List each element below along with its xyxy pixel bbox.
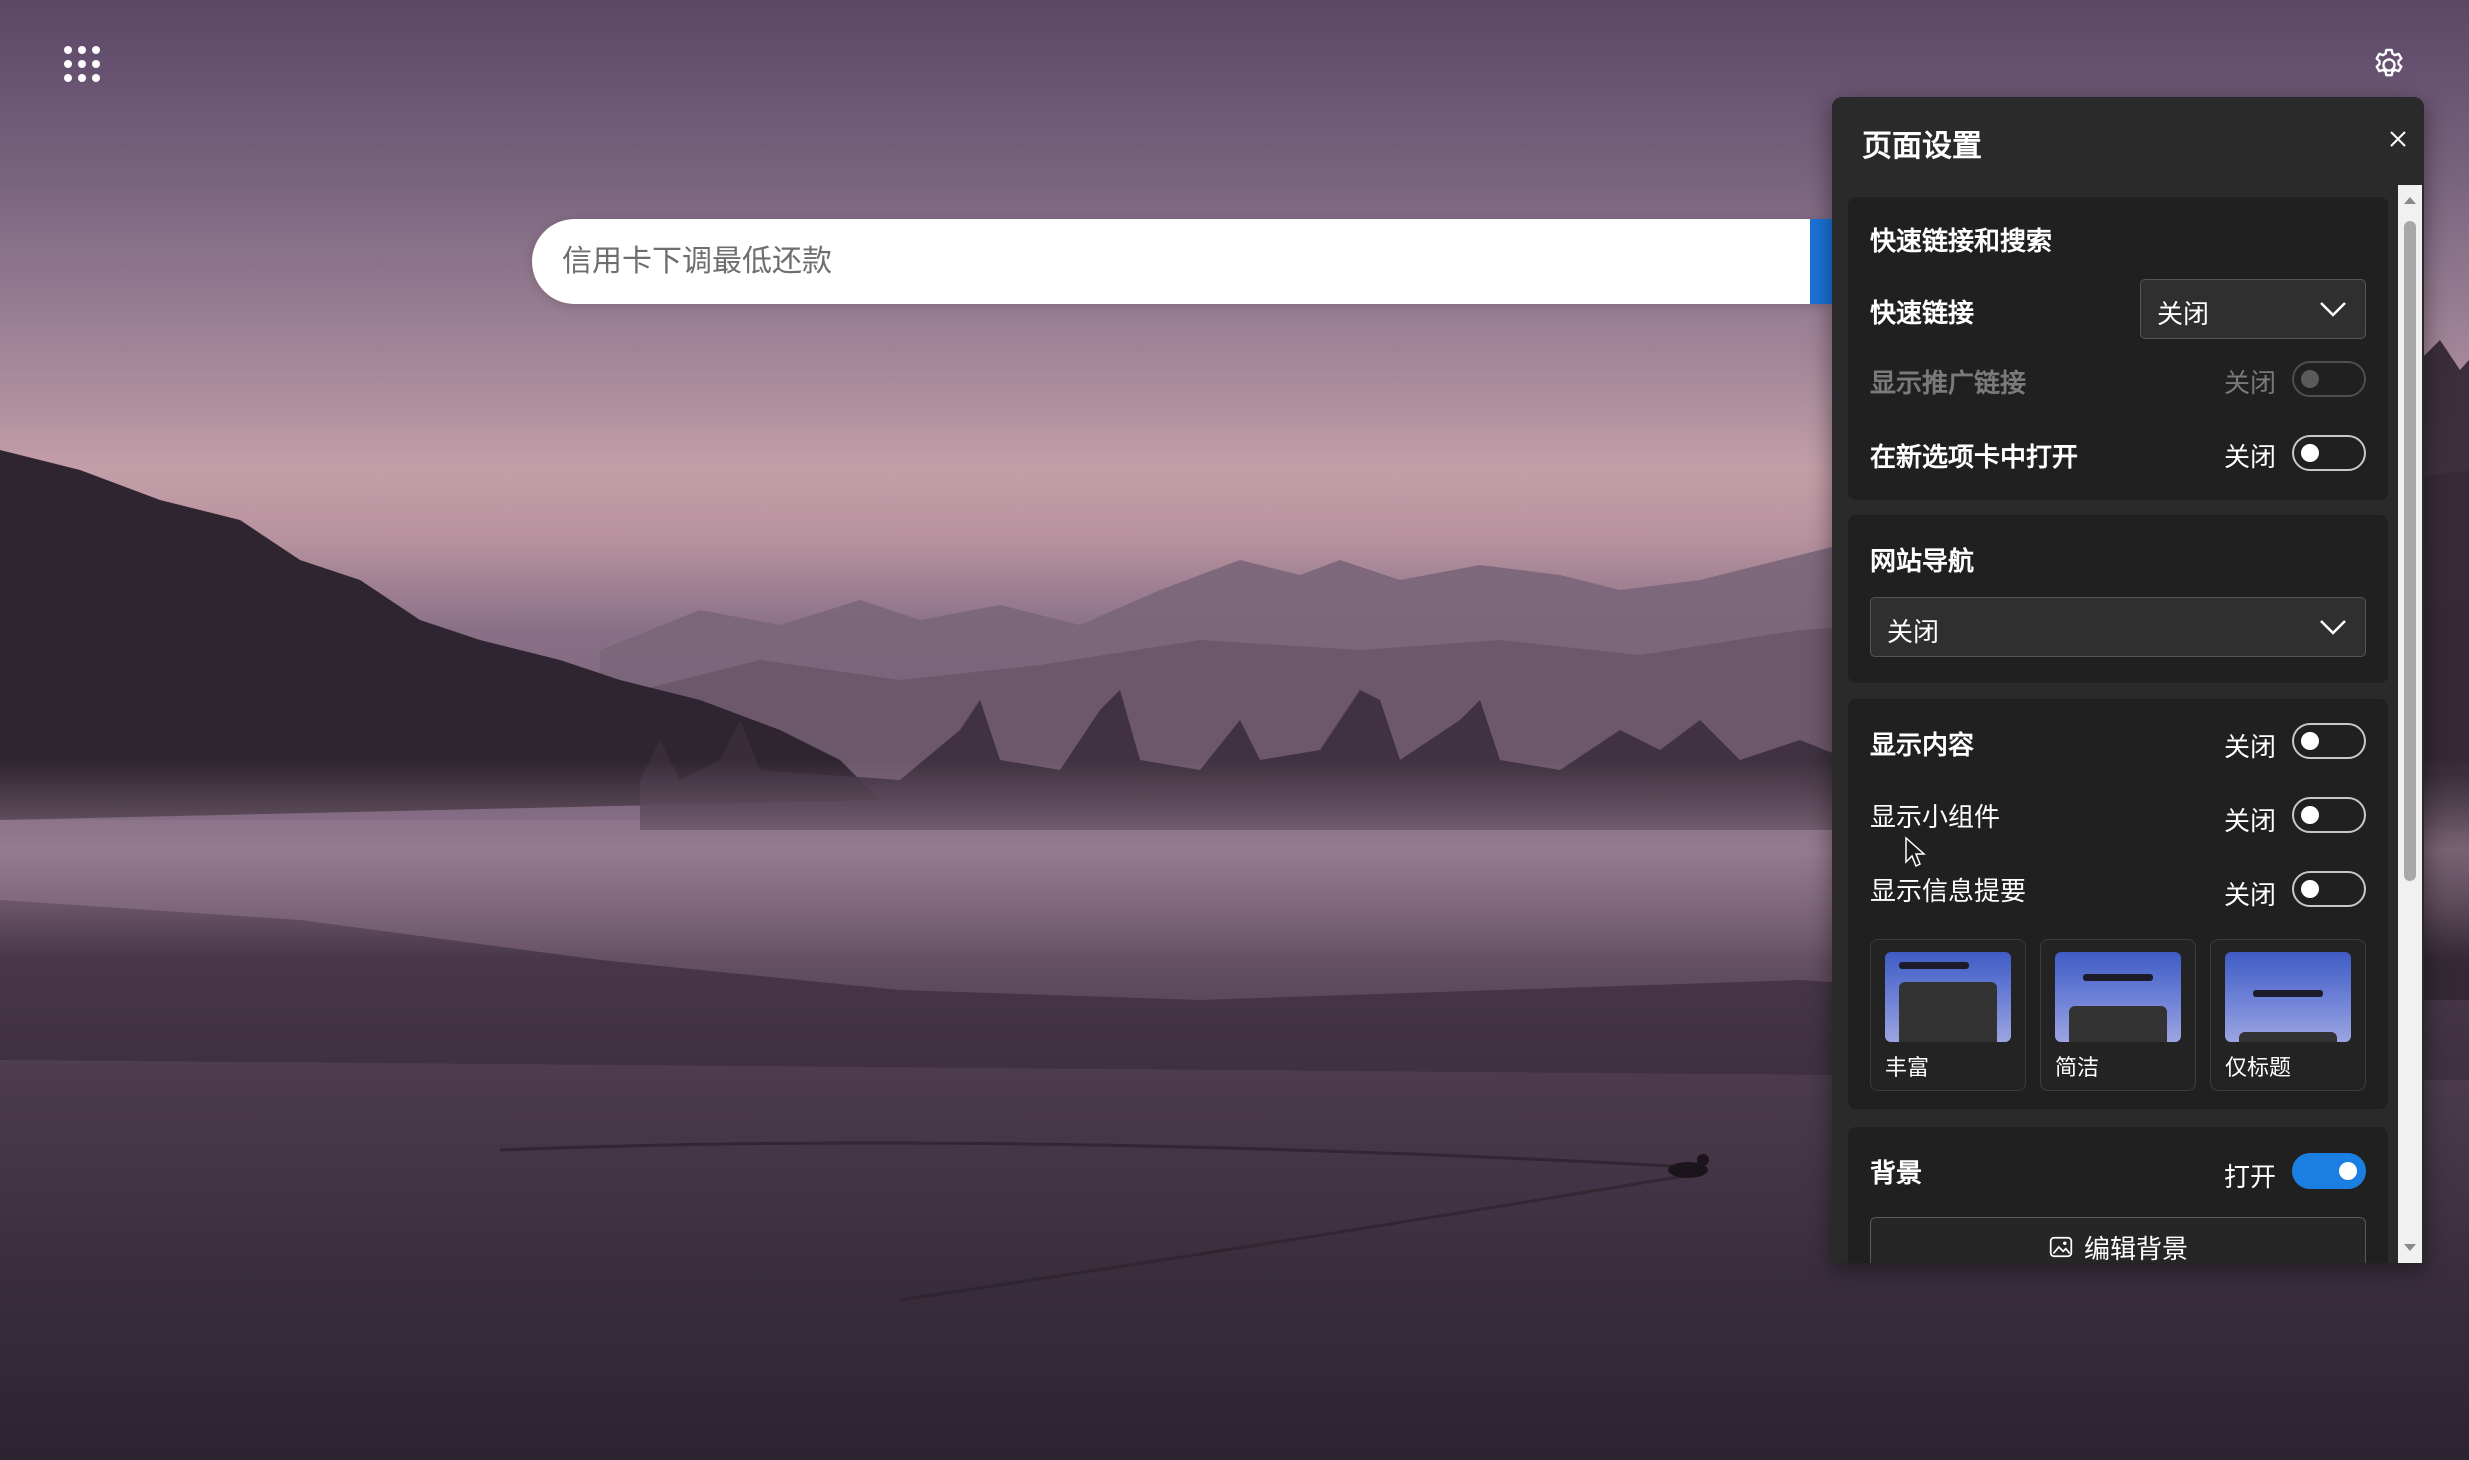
site-navigation-card: 网站导航 关闭 bbox=[1848, 515, 2388, 683]
quick-links-section-title: 快速链接和搜索 bbox=[1870, 227, 2053, 257]
close-button[interactable] bbox=[2378, 119, 2418, 159]
scroll-thumb[interactable] bbox=[2404, 221, 2416, 881]
search-box[interactable] bbox=[532, 219, 1832, 304]
grid-dots-icon bbox=[64, 46, 72, 54]
open-in-new-tab-state: 关闭 bbox=[2223, 443, 2276, 473]
edit-background-label: 编辑背景 bbox=[2083, 1234, 2188, 1264]
layout-option-rich[interactable]: 丰富 bbox=[1870, 939, 2026, 1091]
chevron-down-icon bbox=[2320, 302, 2346, 317]
show-feed-state: 关闭 bbox=[2223, 881, 2276, 911]
layout-label: 仅标题 bbox=[2225, 1056, 2292, 1081]
background-state: 打开 bbox=[2223, 1163, 2276, 1193]
background-card: 背景 打开 编辑背景 bbox=[1848, 1127, 2388, 1263]
search-button[interactable] bbox=[1810, 219, 1834, 304]
layout-thumbnail bbox=[2225, 952, 2351, 1042]
layout-thumbnail bbox=[2055, 952, 2181, 1042]
open-in-new-tab-toggle[interactable] bbox=[2292, 435, 2366, 471]
quick-links-select[interactable]: 关闭 bbox=[2140, 279, 2366, 339]
site-navigation-value: 关闭 bbox=[1887, 618, 1940, 648]
show-widgets-toggle[interactable] bbox=[2292, 797, 2366, 833]
layout-label: 丰富 bbox=[1885, 1056, 1930, 1081]
page-settings-panel: 页面设置 快速链接和搜索 快速链接 关闭 显示推广链接 关闭 在新选项卡中打开 … bbox=[1832, 97, 2424, 1263]
show-feed-toggle[interactable] bbox=[2292, 871, 2366, 907]
layout-option-titles-only[interactable]: 仅标题 bbox=[2210, 939, 2366, 1091]
show-content-toggle[interactable] bbox=[2292, 723, 2366, 759]
content-card: 显示内容 关闭 显示小组件 关闭 显示信息提要 关闭 丰富 简洁 仅标题 bbox=[1848, 699, 2388, 1109]
edit-background-button[interactable]: 编辑背景 bbox=[1870, 1217, 2366, 1263]
show-widgets-state: 关闭 bbox=[2223, 807, 2276, 837]
quick-links-value: 关闭 bbox=[2157, 300, 2210, 330]
scroll-up-icon[interactable] bbox=[2402, 193, 2418, 207]
quick-links-card: 快速链接和搜索 快速链接 关闭 显示推广链接 关闭 在新选项卡中打开 关闭 bbox=[1848, 197, 2388, 500]
panel-title: 页面设置 bbox=[1862, 129, 1982, 164]
quick-links-label: 快速链接 bbox=[1870, 299, 1975, 329]
background-toggle[interactable] bbox=[2292, 1153, 2366, 1189]
show-widgets-label: 显示小组件 bbox=[1870, 803, 2001, 833]
show-promoted-links-label: 显示推广链接 bbox=[1870, 369, 2027, 399]
gear-icon bbox=[2375, 48, 2403, 77]
show-content-title: 显示内容 bbox=[1870, 731, 1975, 761]
search-input[interactable] bbox=[562, 244, 1762, 279]
apps-button[interactable] bbox=[60, 42, 104, 86]
layout-options: 丰富 简洁 仅标题 bbox=[1870, 939, 2370, 1091]
site-navigation-title: 网站导航 bbox=[1870, 547, 1975, 577]
image-icon bbox=[2049, 1236, 2073, 1258]
close-icon bbox=[2390, 131, 2406, 147]
layout-label: 简洁 bbox=[2055, 1056, 2100, 1081]
show-content-state: 关闭 bbox=[2223, 733, 2276, 763]
scroll-down-icon[interactable] bbox=[2402, 1241, 2418, 1255]
site-navigation-select[interactable]: 关闭 bbox=[1870, 597, 2366, 657]
mouse-cursor-icon bbox=[1905, 836, 1926, 868]
panel-scrollbar[interactable] bbox=[2398, 185, 2422, 1263]
show-feed-label: 显示信息提要 bbox=[1870, 877, 2027, 907]
layout-thumbnail bbox=[1885, 952, 2011, 1042]
layout-option-simple[interactable]: 简洁 bbox=[2040, 939, 2196, 1091]
show-promoted-links-toggle bbox=[2292, 361, 2366, 397]
chevron-down-icon bbox=[2320, 620, 2346, 635]
panel-body: 快速链接和搜索 快速链接 关闭 显示推广链接 关闭 在新选项卡中打开 关闭 网站… bbox=[1848, 197, 2388, 1263]
page-settings-button[interactable] bbox=[2364, 40, 2414, 90]
background-title: 背景 bbox=[1870, 1159, 1923, 1189]
open-in-new-tab-label: 在新选项卡中打开 bbox=[1870, 443, 2079, 473]
show-promoted-links-state: 关闭 bbox=[2223, 369, 2276, 399]
